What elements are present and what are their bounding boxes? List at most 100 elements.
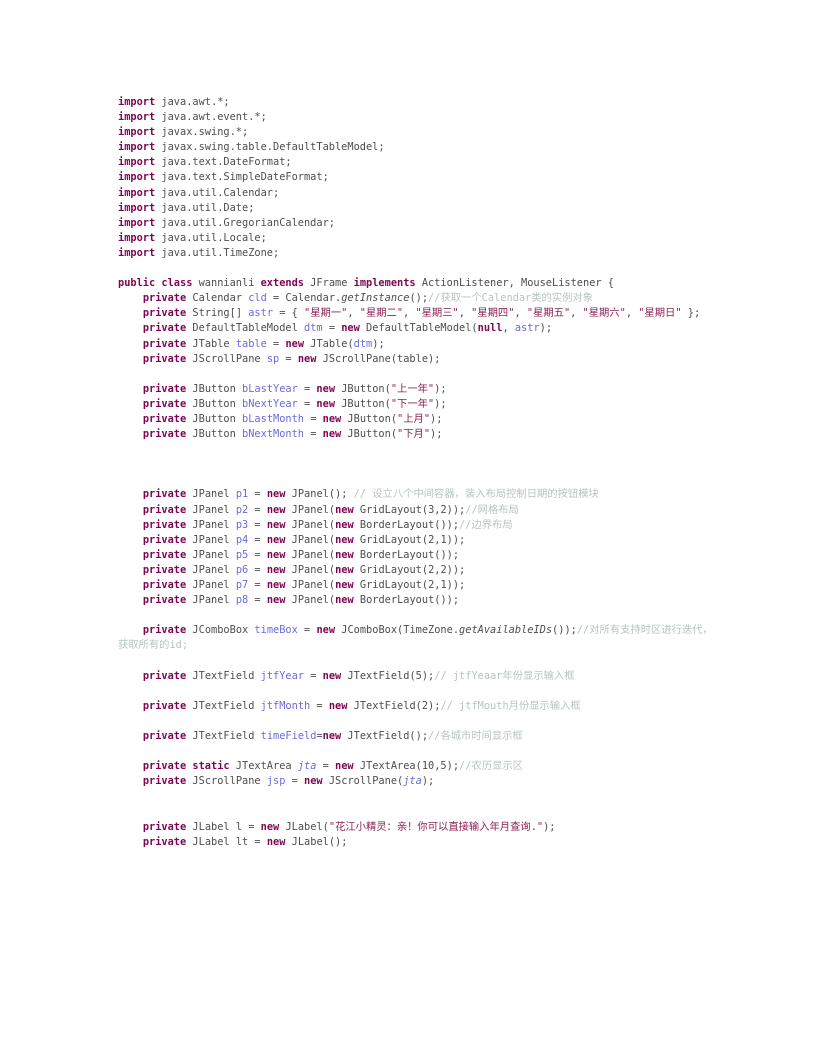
code-token-ty: JButton <box>186 412 243 425</box>
java-code-listing: import java.awt.*; import java.awt.event.… <box>118 95 718 850</box>
code-token-ty: = <box>248 579 267 591</box>
code-token-kw: private <box>142 820 187 833</box>
code-token-ty: = <box>248 594 267 607</box>
code-token-idi: jta <box>403 775 422 788</box>
code-token-kw: import <box>118 231 156 244</box>
code-token-ty: JScrollPane <box>186 775 267 788</box>
code-token-id: p4 <box>235 533 249 546</box>
code-token-ty <box>118 760 143 772</box>
code-token-id: astr <box>248 307 274 320</box>
code-token-ty: JPanel( <box>285 518 336 531</box>
code-token-id: astr <box>514 322 540 335</box>
code-token-ty: JTextField <box>186 669 261 682</box>
code-token-ty: java.util.TimeZone; <box>155 246 280 259</box>
code-token-kw: import <box>118 171 156 184</box>
code-token-kw: new <box>322 412 342 425</box>
code-token-cmt: 获取一个 <box>440 292 482 305</box>
code-token-ty: javax.swing.table.DefaultTableModel; <box>155 141 385 154</box>
code-token-ty: JPanel <box>186 518 236 531</box>
code-token-kw: private <box>142 397 187 410</box>
code-token-kw: import <box>118 186 156 199</box>
code-token-ty: JScrollPane( <box>322 775 404 788</box>
code-token-ty: JPanel <box>186 579 236 591</box>
code-token-ty: , <box>502 322 515 335</box>
code-token-ty: Calendar <box>186 292 249 305</box>
code-token-kw: private <box>142 775 187 788</box>
code-token-id: p8 <box>235 594 249 607</box>
code-line: private JScrollPane jsp = new JScrollPan… <box>118 774 718 789</box>
code-token-ty: , <box>570 307 583 320</box>
code-token-ty <box>118 322 143 334</box>
code-token-cmt: Calendar <box>481 292 532 305</box>
code-token-kw: new <box>335 503 354 516</box>
code-line: import javax.swing.table.DefaultTableMod… <box>118 140 718 155</box>
code-token-ty: = <box>248 518 267 531</box>
code-token-kw: new <box>266 594 286 607</box>
code-token-ty: JButton( <box>341 412 398 425</box>
code-line: private JButton bLastMonth = new JButton… <box>118 412 718 427</box>
code-token-ty: ()); <box>552 624 577 637</box>
code-token-ty <box>118 383 143 395</box>
code-token-ty: JButton( <box>335 382 391 395</box>
code-line: import java.text.SimpleDateFormat; <box>118 170 718 185</box>
code-token-cmt: // <box>428 729 441 742</box>
code-token-kw: new <box>266 533 286 546</box>
code-token-id: jsp <box>266 775 286 788</box>
code-token-id: dtm <box>304 322 323 335</box>
code-token-ty: }; <box>681 307 701 320</box>
code-token-str: 花江小精灵：亲！你可以直接输入年月查询 <box>335 820 531 833</box>
code-token-ty: , <box>403 307 416 320</box>
code-token-ty: lt <box>235 835 249 848</box>
code-line: private JTextField timeField=new JTextFi… <box>118 729 718 744</box>
code-line: private JLabel l = new JLabel("花江小精灵：亲！你… <box>118 820 718 835</box>
code-token-kw: new <box>260 820 280 833</box>
code-token-id: timeBox <box>254 624 298 637</box>
code-token-kw: new <box>316 382 336 395</box>
code-token-id: timeField <box>260 729 317 742</box>
code-token-ty: JPanel( <box>285 594 336 607</box>
code-token-ty: JButton( <box>335 397 391 410</box>
code-token-ty: JPanel <box>186 533 236 546</box>
code-token-kw: new <box>266 518 286 531</box>
code-token-ty: JTextArea <box>229 760 298 773</box>
code-token-ty: = <box>297 382 317 395</box>
code-token-id: p1 <box>235 488 249 501</box>
code-token-kw: import <box>118 156 156 169</box>
code-token-str: 下一年 <box>397 397 428 410</box>
code-token-kw: private <box>142 428 187 441</box>
code-line: import java.awt.*; <box>118 95 718 110</box>
code-token-ty: (); <box>409 292 429 305</box>
code-token-cmt: // <box>459 518 472 531</box>
code-token-ty: java.util.Locale; <box>155 231 267 244</box>
code-token-ty: , <box>347 307 360 320</box>
code-token-str: 星期一 <box>310 307 342 320</box>
code-token-ty: = <box>248 548 267 561</box>
code-token-ty <box>118 534 143 546</box>
code-token-str: 星期五 <box>533 307 564 320</box>
code-token-cmt: // <box>459 760 472 773</box>
code-token-cmt: id; <box>169 639 189 652</box>
code-token-kw: new <box>322 729 342 742</box>
code-token-idi: jta <box>297 760 317 773</box>
code-token-kw: private <box>142 533 187 546</box>
code-token-kw: public class <box>118 277 193 290</box>
code-token-id: cld <box>248 292 267 305</box>
code-token-ty: ActionListener, MouseListener { <box>415 277 615 290</box>
code-token-ty: JTextField(5); <box>341 669 435 682</box>
code-token-ty: java.util.Date; <box>155 201 255 214</box>
code-token-ty <box>118 353 143 365</box>
code-token-ty: JPanel( <box>285 563 336 576</box>
code-token-str: 星期六 <box>588 307 620 320</box>
code-token-ty: JTextArea(10,5); <box>353 760 460 773</box>
code-token-str: 星期三 <box>421 307 453 320</box>
code-token-ty: JPanel(); <box>285 488 354 501</box>
code-token-kw: private <box>142 579 187 591</box>
code-token-id: p6 <box>235 563 249 576</box>
code-token-kw: new <box>335 533 354 546</box>
code-line: import java.util.TimeZone; <box>118 246 718 261</box>
code-token-ty: DefaultTableModel( <box>359 322 478 335</box>
code-line: private String[] astr = { "星期一", "星期二", … <box>118 306 718 321</box>
